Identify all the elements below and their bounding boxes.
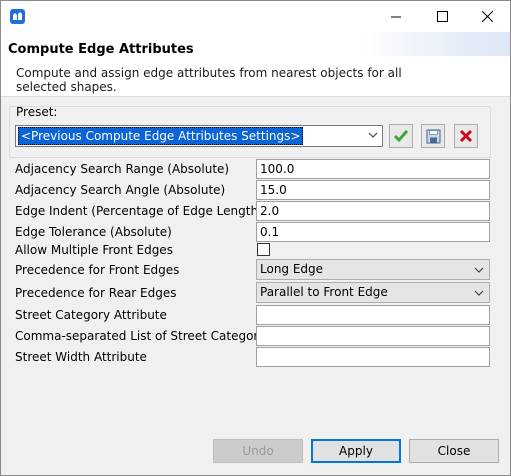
field-label: Adjacency Search Angle (Absolute): [15, 183, 226, 197]
field-value: 2.0: [260, 204, 280, 218]
street-width-attribute-input[interactable]: [256, 347, 490, 367]
adjacency-search-angle-input[interactable]: 15.0: [256, 180, 490, 200]
edge-tolerance-input[interactable]: 0.1: [256, 222, 490, 242]
minimize-icon: [391, 16, 401, 17]
precedence-front-label: Precedence for Front Edges: [15, 263, 180, 277]
precedence-rear-label: Precedence for Rear Edges: [15, 286, 177, 300]
adjacency-search-range-input[interactable]: 100.0: [256, 159, 490, 179]
preset-combo[interactable]: <Previous Compute Edge Attributes Settin…: [15, 125, 383, 147]
close-window-button[interactable]: [464, 1, 510, 32]
checkmark-icon: [393, 130, 409, 143]
edge-indent-input[interactable]: 2.0: [256, 201, 490, 221]
street-categories-list-input[interactable]: [256, 326, 490, 346]
street-categories-list-label: Comma-separated List of Street Categorie…: [15, 329, 276, 343]
field-label: Edge Indent (Percentage of Edge Length): [15, 204, 263, 218]
apply-preset-button[interactable]: [389, 124, 413, 148]
dialog-description: Compute and assign edge attributes from …: [16, 66, 402, 94]
dialog-title: Compute Edge Attributes: [8, 42, 194, 57]
field-value: 100.0: [260, 162, 295, 176]
preset-label: Preset:: [16, 105, 58, 119]
delete-icon: [459, 129, 473, 143]
precedence-front-select[interactable]: Long Edge: [256, 259, 490, 280]
minimize-button[interactable]: [373, 1, 419, 32]
apply-button[interactable]: Apply: [311, 439, 401, 463]
chevron-down-icon: [474, 290, 484, 296]
preset-selected-text[interactable]: <Previous Compute Edge Attributes Settin…: [18, 127, 304, 145]
header-decoration: [360, 32, 510, 56]
field-value: 15.0: [260, 183, 287, 197]
allow-multiple-front-edges-label: Allow Multiple Front Edges: [15, 243, 173, 257]
maximize-button[interactable]: [419, 1, 465, 32]
street-width-attribute-label: Street Width Attribute: [15, 350, 147, 364]
field-value: 0.1: [260, 225, 280, 239]
undo-button[interactable]: Undo: [213, 439, 303, 463]
dialog-window: Compute Edge Attributes Compute and assi…: [0, 0, 511, 476]
select-value: Parallel to Front Edge: [260, 285, 388, 299]
app-icon: [10, 9, 25, 24]
dialog-header: Compute Edge Attributes Compute and assi…: [1, 32, 510, 97]
chevron-down-icon: [474, 267, 484, 273]
field-label: Edge Tolerance (Absolute): [15, 225, 172, 239]
street-category-attribute-label: Street Category Attribute: [15, 308, 167, 322]
chevron-down-icon[interactable]: [366, 128, 380, 142]
select-value: Long Edge: [260, 262, 324, 276]
save-preset-button[interactable]: [421, 124, 445, 148]
maximize-icon: [436, 11, 448, 22]
field-label: Adjacency Search Range (Absolute): [15, 162, 230, 176]
precedence-rear-select[interactable]: Parallel to Front Edge: [256, 282, 490, 303]
title-bar: [1, 1, 510, 32]
street-category-attribute-input[interactable]: [256, 305, 490, 325]
allow-multiple-front-edges-checkbox[interactable]: [257, 243, 270, 256]
close-button[interactable]: Close: [409, 439, 499, 463]
delete-preset-button[interactable]: [454, 124, 478, 148]
close-icon: [481, 11, 493, 22]
save-icon: [426, 129, 440, 143]
